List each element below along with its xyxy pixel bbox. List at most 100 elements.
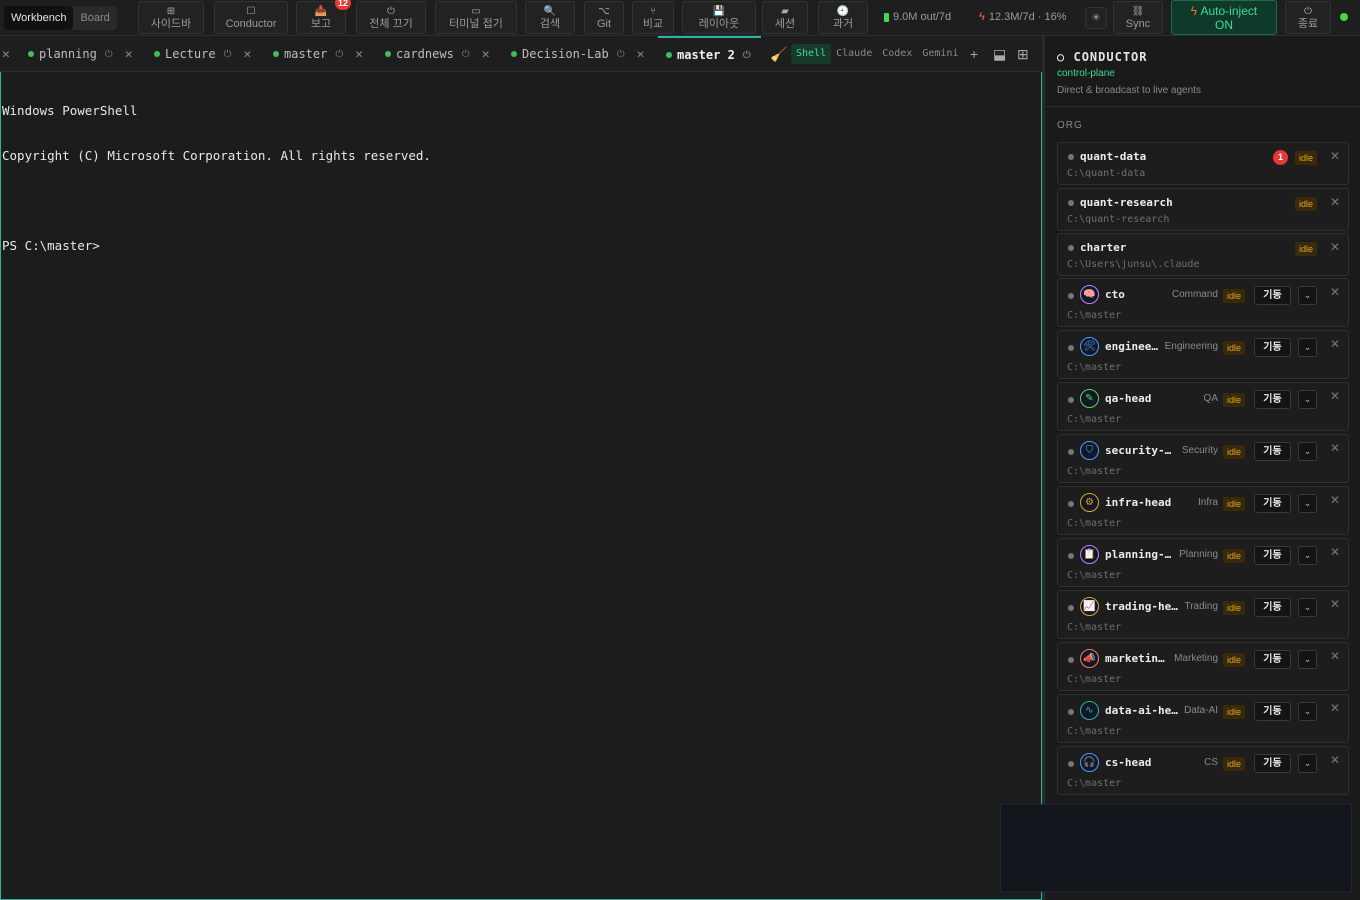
close-icon[interactable]: ✕: [1330, 240, 1340, 254]
new-tab-plus-icon[interactable]: +: [970, 46, 978, 62]
agent-card[interactable]: ∿ data-ai-he… Data-AI idle 기동 ⌄ ✕ C:\master: [1057, 694, 1349, 743]
history-button[interactable]: 🕘 과거: [818, 1, 868, 34]
agent-card[interactable]: ⛉ security-… Security idle 기동 ⌄ ✕ C:\master: [1057, 434, 1349, 483]
chevron-down-icon[interactable]: ⌄: [1298, 286, 1317, 305]
chevron-down-icon[interactable]: ⌄: [1298, 442, 1317, 461]
close-icon[interactable]: ✕: [1330, 441, 1340, 455]
start-agent-button[interactable]: 기동: [1254, 494, 1291, 513]
close-icon[interactable]: ✕: [1330, 701, 1340, 715]
agent-role: Security: [1181, 445, 1218, 456]
agent-card[interactable]: 📈 trading-he… Trading idle 기동 ⌄ ✕ C:\master: [1057, 590, 1349, 639]
agent-card[interactable]: 🧠 cto Command idle 기동 ⌄ ✕ C:\master: [1057, 278, 1349, 327]
grid-layout-icon[interactable]: ⊞: [1017, 46, 1029, 63]
split-horizontal-icon[interactable]: ⬓: [993, 46, 1006, 63]
mode-shell[interactable]: Shell: [791, 44, 832, 64]
project-card[interactable]: quant-data C:\quant-data 1 idle ✕: [1057, 142, 1349, 185]
tab-planning[interactable]: planning ⏻ ✕: [28, 36, 133, 72]
agent-card[interactable]: ⚙ infra-head Infra idle 기동 ⌄ ✕ C:\master: [1057, 486, 1349, 535]
mode-claude[interactable]: Claude: [831, 44, 877, 64]
git-button[interactable]: ⌥ Git: [584, 1, 624, 34]
power-icon[interactable]: ⏻: [224, 49, 232, 60]
agent-card[interactable]: 🎧 cs-head CS idle 기동 ⌄ ✕ C:\master: [1057, 746, 1349, 795]
tab-lecture[interactable]: Lecture ⏻ ✕: [154, 36, 251, 72]
close-icon[interactable]: ✕: [482, 47, 490, 62]
session-button[interactable]: ▰ 세션: [762, 1, 808, 34]
close-icon[interactable]: ✕: [1330, 389, 1340, 403]
start-agent-button[interactable]: 기동: [1254, 754, 1291, 773]
start-agent-button[interactable]: 기동: [1254, 286, 1291, 305]
start-agent-button[interactable]: 기동: [1254, 442, 1291, 461]
agent-card[interactable]: 📣 marketin… Marketing idle 기동 ⌄ ✕ C:\master: [1057, 642, 1349, 691]
start-agent-button[interactable]: 기동: [1254, 338, 1291, 357]
status-dot: [385, 51, 391, 57]
chevron-down-icon[interactable]: ⌄: [1298, 702, 1317, 721]
tab-cardnews[interactable]: cardnews ⏻ ✕: [385, 36, 490, 72]
power-icon[interactable]: ⏻: [617, 49, 625, 60]
mode-codex[interactable]: Codex: [877, 44, 917, 64]
close-icon[interactable]: ✕: [125, 47, 133, 62]
button-label: Conductor: [225, 17, 277, 30]
close-icon[interactable]: ✕: [1330, 545, 1340, 559]
sync-button[interactable]: ⛓ Sync: [1113, 1, 1163, 34]
conductor-button[interactable]: ☐ Conductor: [214, 1, 288, 34]
close-icon[interactable]: ✕: [1330, 285, 1340, 299]
tab-close-overflow[interactable]: ✕: [2, 36, 10, 72]
broom-icon[interactable]: 🧹: [770, 46, 787, 63]
chevron-down-icon[interactable]: ⌄: [1298, 650, 1317, 669]
token-output-stat: 9.0M out/7d: [884, 11, 951, 23]
terminal-output[interactable]: Windows PowerShell Copyright (C) Microso…: [0, 72, 1042, 900]
close-icon[interactable]: ✕: [1330, 753, 1340, 767]
chevron-down-icon[interactable]: ⌄: [1298, 338, 1317, 357]
exit-button[interactable]: ⏻ 종료: [1285, 1, 1331, 34]
chevron-down-icon[interactable]: ⌄: [1298, 598, 1317, 617]
layout-button[interactable]: 💾 레이아웃: [682, 1, 756, 34]
project-card[interactable]: quant-research C:\quant-research idle ✕: [1057, 188, 1349, 231]
chevron-down-icon[interactable]: ⌄: [1298, 546, 1317, 565]
tab-master[interactable]: master ⏻ ✕: [273, 36, 363, 72]
start-agent-button[interactable]: 기동: [1254, 598, 1291, 617]
compare-button[interactable]: ⑂ 비교: [632, 1, 674, 34]
search-button[interactable]: 🔍 검색: [525, 1, 575, 34]
chevron-down-icon[interactable]: ⌄: [1298, 390, 1317, 409]
agent-card[interactable]: ✎ qa-head QA idle 기동 ⌄ ✕ C:\master: [1057, 382, 1349, 431]
close-icon[interactable]: ✕: [2, 47, 10, 62]
close-icon[interactable]: ✕: [1330, 597, 1340, 611]
power-icon[interactable]: ⏻: [462, 49, 470, 60]
close-icon[interactable]: ✕: [1330, 337, 1340, 351]
auto-inject-toggle[interactable]: ϟ Auto-inject ON: [1171, 0, 1277, 35]
tab-workbench[interactable]: Workbench: [4, 5, 74, 30]
close-icon[interactable]: ✕: [1330, 149, 1340, 163]
project-card[interactable]: charter C:\Users\junsu\.claude idle ✕: [1057, 233, 1349, 276]
close-icon[interactable]: ✕: [1330, 649, 1340, 663]
collapse-terminal-button[interactable]: ▭ 터미널 접기: [435, 1, 517, 34]
agent-card[interactable]: 📋 planning-… Planning idle 기동 ⌄ ✕ C:\master: [1057, 538, 1349, 587]
power-icon[interactable]: ⏻: [105, 49, 113, 60]
start-agent-button[interactable]: 기동: [1254, 702, 1291, 721]
tab-decision-lab[interactable]: Decision-Lab ⏻ ✕: [511, 36, 644, 72]
chevron-down-icon[interactable]: ⌄: [1298, 754, 1317, 773]
status-dot: [1068, 761, 1074, 767]
close-icon[interactable]: ✕: [637, 47, 645, 62]
start-agent-button[interactable]: 기동: [1254, 390, 1291, 409]
start-agent-button[interactable]: 기동: [1254, 650, 1291, 669]
close-icon[interactable]: ✕: [244, 47, 252, 62]
agent-card[interactable]: 🛠 enginee… Engineering idle 기동 ⌄ ✕ C:\master: [1057, 330, 1349, 379]
button-label: 검색: [539, 17, 561, 30]
terminate-all-button[interactable]: ⏻ 전체 끄기: [356, 1, 426, 34]
tab-master-2[interactable]: master 2 ⏻: [658, 36, 761, 72]
report-button[interactable]: 📥 보고 12: [296, 0, 351, 34]
power-icon[interactable]: ⏻: [743, 50, 751, 61]
power-icon[interactable]: ⏻: [335, 49, 343, 60]
mode-gemini[interactable]: Gemini: [917, 44, 963, 64]
close-icon[interactable]: ✕: [355, 47, 363, 62]
start-agent-button[interactable]: 기동: [1254, 546, 1291, 565]
theme-toggle-button[interactable]: ☀: [1085, 7, 1107, 29]
sidebar-button[interactable]: ⊞ 사이드바: [138, 1, 204, 34]
close-icon[interactable]: ✕: [1330, 493, 1340, 507]
tab-board[interactable]: Board: [73, 6, 116, 30]
close-icon[interactable]: ✕: [1330, 195, 1340, 209]
battery-icon: [884, 12, 889, 22]
pen-icon: ✎: [1080, 389, 1099, 408]
chevron-down-icon[interactable]: ⌄: [1298, 494, 1317, 513]
section-label-org: ORG: [1057, 120, 1083, 131]
